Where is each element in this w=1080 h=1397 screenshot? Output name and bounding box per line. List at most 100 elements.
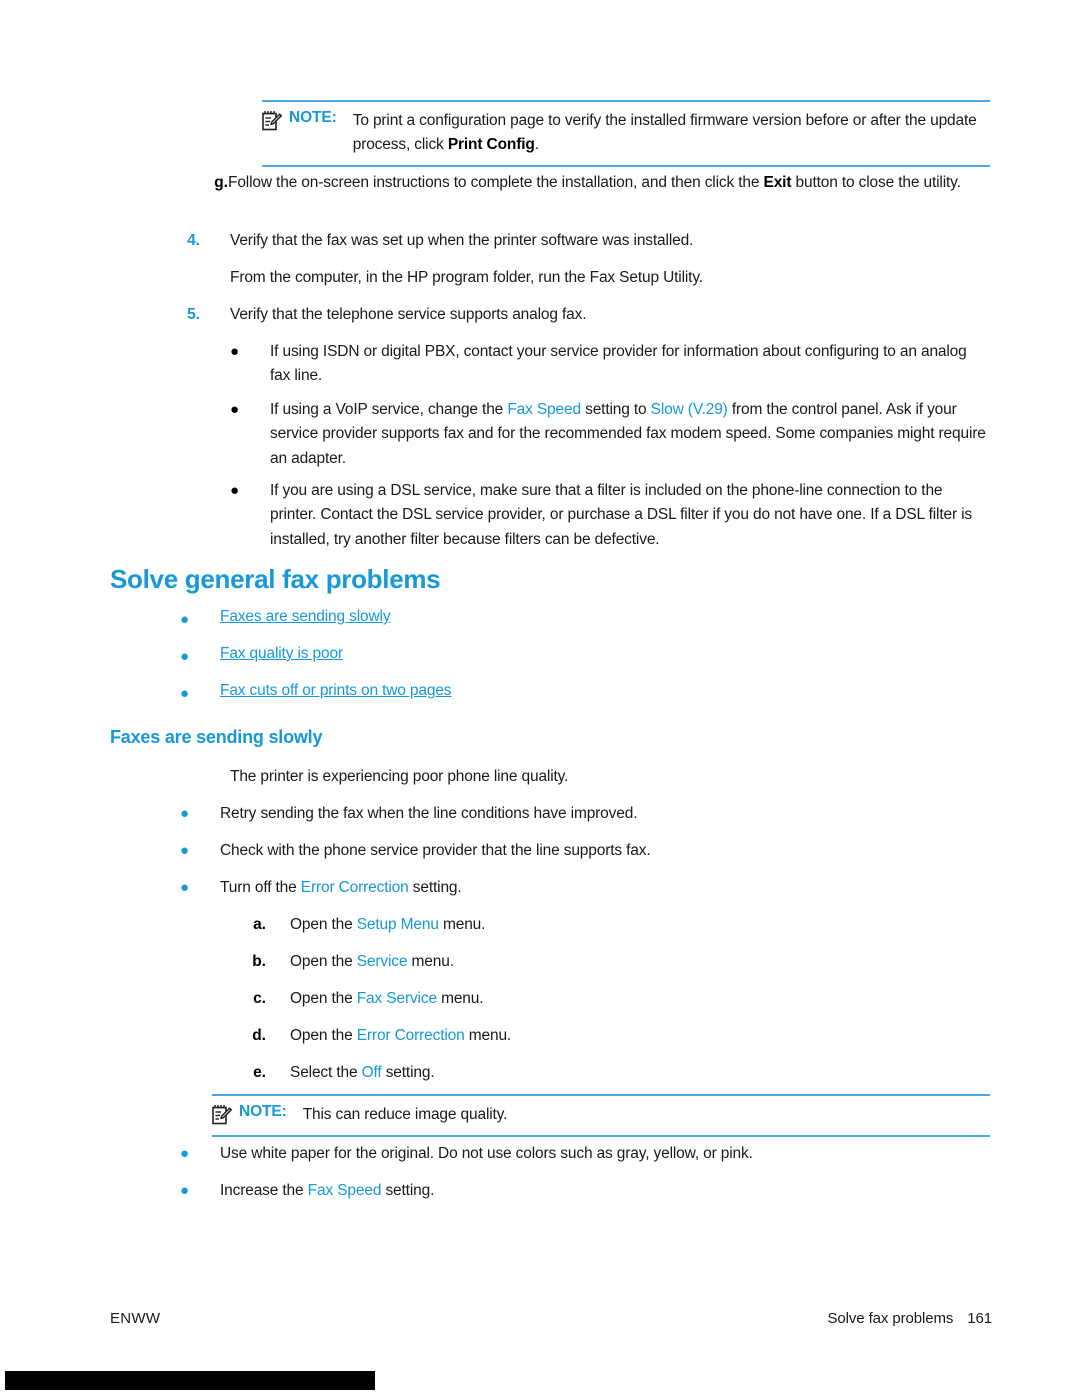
- toc-list-item[interactable]: ● Faxes are sending slowly: [180, 608, 880, 632]
- note-box-top: NOTE: To print a configuration page to v…: [262, 100, 990, 168]
- step-marker: e.: [253, 1064, 266, 1081]
- bullet-marker: ●: [180, 648, 190, 665]
- list-item-text: If you are using a DSL service, make sur…: [270, 479, 988, 552]
- page-title: Solve general fax problems: [110, 564, 441, 594]
- step-item-5: 5. Verify that the telephone service sup…: [140, 303, 990, 327]
- bullet-marker: ●: [180, 879, 190, 896]
- note-label: NOTE:: [239, 1103, 287, 1120]
- step-item-g: g. Follow the on-screen instructions to …: [180, 171, 990, 195]
- ui-setting-name: Fax Speed: [507, 401, 581, 418]
- bullet-marker: ●: [180, 611, 190, 628]
- toc-list-item[interactable]: ● Fax cuts off or prints on two pages: [180, 682, 880, 706]
- list-item: ● If you are using a DSL service, make s…: [230, 479, 990, 552]
- list-item-text: Use white paper for the original. Do not…: [220, 1142, 988, 1166]
- step-text-bold: Exit: [763, 174, 792, 191]
- note-pad-pencil-icon: [262, 110, 282, 132]
- step-marker: a.: [253, 916, 266, 933]
- step-text-part: menu.: [436, 990, 484, 1007]
- substep-item-c: c. Open the Fax Service menu.: [228, 987, 928, 1011]
- list-item-text-part: setting to: [580, 401, 651, 418]
- step-marker: d.: [252, 1027, 266, 1044]
- list-item: ● Use white paper for the original. Do n…: [180, 1142, 990, 1166]
- note-text-part: To print a configuration page to verify …: [352, 112, 977, 154]
- step-marker: 5.: [187, 306, 200, 323]
- footer-section-and-page: Solve fax problems 161: [828, 1310, 993, 1327]
- ui-setting-value: Off: [361, 1064, 382, 1081]
- step-4-subparagraph: From the computer, in the HP program fol…: [230, 269, 703, 286]
- step-text-part: Open the: [290, 953, 357, 970]
- list-item: ● Turn off the Error Correction setting.: [180, 876, 990, 900]
- note-label: NOTE:: [289, 109, 337, 126]
- toc-link-fax-quality-is-poor[interactable]: Fax quality is poor: [220, 645, 343, 669]
- substep-item-e: e. Select the Off setting.: [228, 1061, 928, 1085]
- section-heading: Faxes are sending slowly: [110, 727, 323, 747]
- note-text: To print a configuration page to verify …: [353, 109, 990, 157]
- list-item-text-part: Check with the phone service provider th…: [220, 842, 651, 859]
- step-text: Verify that the fax was set up when the …: [230, 232, 694, 249]
- bullet-marker: ●: [230, 401, 240, 418]
- step-text-part: Follow the on-screen instructions to com…: [228, 174, 764, 191]
- bullet-marker: ●: [230, 343, 240, 360]
- note-box-bottom: NOTE: This can reduce image quality.: [212, 1094, 990, 1138]
- list-item-text-part: If using ISDN or digital PBX, contact yo…: [270, 343, 967, 385]
- list-item-text-part: Retry sending the fax when the line cond…: [220, 805, 638, 822]
- toc-link-fax-cuts-off-or-prints-on-two-pages[interactable]: Fax cuts off or prints on two pages: [220, 682, 452, 706]
- list-item: ● Check with the phone service provider …: [180, 839, 990, 863]
- step-text-part-end: button to close the utility.: [791, 174, 961, 191]
- page-number: 161: [967, 1310, 992, 1327]
- step-text: Open the Service menu.: [266, 950, 454, 974]
- section-intro-paragraph: The printer is experiencing poor phone l…: [230, 768, 569, 785]
- note-text-bold: Print Config: [447, 136, 535, 154]
- bullet-marker: ●: [180, 805, 190, 822]
- substep-item-b: b. Open the Service menu.: [228, 950, 928, 974]
- footer-section-title: Solve fax problems: [827, 1310, 954, 1327]
- list-item-text-part: Increase the: [220, 1182, 308, 1199]
- step-text-part: setting.: [381, 1064, 435, 1081]
- step-marker: c.: [253, 990, 266, 1007]
- list-item-text-part: Use white paper for the original. Do not…: [220, 1145, 753, 1162]
- bullet-marker: ●: [180, 1145, 190, 1162]
- list-item-text-part: If you are using a DSL service, make sur…: [270, 482, 973, 548]
- bullet-marker: ●: [180, 685, 190, 702]
- step-item-4: 4. Verify that the fax was set up when t…: [140, 229, 990, 253]
- list-item-text: If using ISDN or digital PBX, contact yo…: [270, 340, 988, 389]
- list-item-text: Increase the Fax Speed setting.: [220, 1179, 988, 1203]
- footer-locale-code: ENWW: [110, 1310, 161, 1327]
- list-item-text-part: If using a VoIP service, change the: [270, 401, 508, 418]
- list-item-text: Turn off the Error Correction setting.: [220, 876, 988, 900]
- ui-menu-name: Service: [356, 953, 408, 970]
- bullet-marker: ●: [180, 842, 190, 859]
- substep-item-a: a. Open the Setup Menu menu.: [228, 913, 928, 937]
- toc-link-faxes-are-sending-slowly[interactable]: Faxes are sending slowly: [220, 608, 391, 632]
- page-edge-marker: [5, 1371, 375, 1390]
- note-text: This can reduce image quality.: [302, 1106, 508, 1123]
- ui-menu-name: Error Correction: [356, 1027, 465, 1044]
- list-item-text-part: setting.: [408, 879, 462, 896]
- ui-setting-name: Error Correction: [300, 879, 409, 896]
- list-item: ● Increase the Fax Speed setting.: [180, 1179, 990, 1203]
- note-pad-pencil-icon: [212, 1104, 232, 1126]
- ui-setting-value: Slow (V.29): [650, 401, 728, 418]
- list-item: ● If using a VoIP service, change the Fa…: [230, 398, 990, 471]
- ui-menu-name: Fax Service: [356, 990, 437, 1007]
- list-item-text: If using a VoIP service, change the Fax …: [270, 398, 988, 471]
- toc-list-item[interactable]: ● Fax quality is poor: [180, 645, 880, 669]
- list-item-text: Retry sending the fax when the line cond…: [220, 802, 988, 826]
- substep-item-d: d. Open the Error Correction menu.: [228, 1024, 928, 1048]
- step-text: Open the Fax Service menu.: [266, 987, 484, 1011]
- step-text-part: Open the: [290, 990, 357, 1007]
- list-item-text-part: Turn off the: [220, 879, 301, 896]
- note-text-part-end: .: [534, 136, 539, 154]
- step-marker: g.: [214, 174, 228, 191]
- ui-menu-name: Setup Menu: [356, 916, 439, 933]
- step-text: Verify that the telephone service suppor…: [230, 306, 587, 323]
- step-text-part: Select the: [290, 1064, 362, 1081]
- list-item: ● If using ISDN or digital PBX, contact …: [230, 340, 990, 389]
- step-marker: 4.: [187, 232, 200, 249]
- step-text-part: menu.: [407, 953, 454, 970]
- bullet-marker: ●: [180, 1182, 190, 1199]
- step-text-part: Open the: [290, 1027, 357, 1044]
- bullet-marker: ●: [230, 482, 240, 499]
- step-text: Follow the on-screen instructions to com…: [228, 171, 990, 195]
- step-text-part: menu.: [438, 916, 486, 933]
